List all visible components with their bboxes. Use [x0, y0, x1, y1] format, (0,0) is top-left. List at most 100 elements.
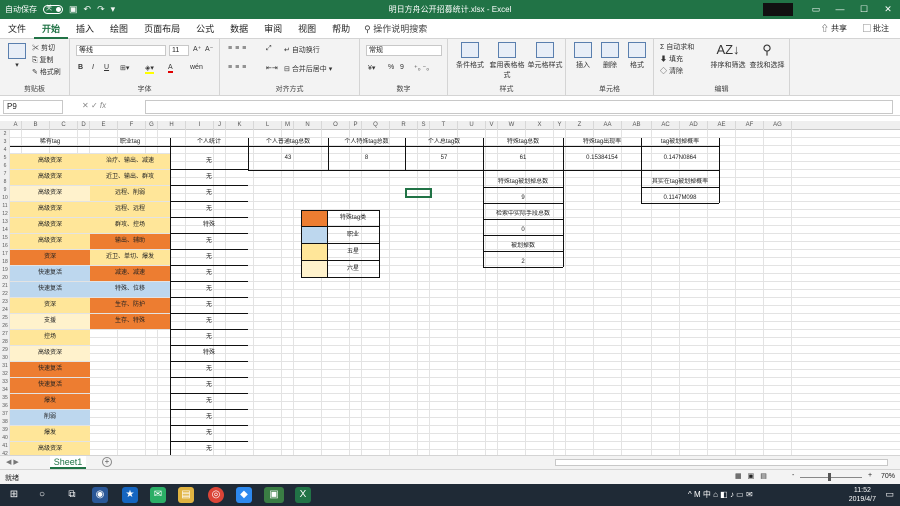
personal-stat-cell[interactable]: 无: [170, 282, 248, 297]
close-button[interactable]: ✕: [876, 0, 900, 19]
share-button[interactable]: ⇧ 共享: [816, 21, 852, 36]
stat-strike-rate[interactable]: 0.147N0864: [641, 154, 719, 163]
tab-formulas[interactable]: 公式: [188, 19, 222, 39]
legend-label[interactable]: 五星: [327, 244, 379, 260]
personal-stat-cell[interactable]: 无: [170, 378, 248, 393]
font-color-button[interactable]: A: [168, 64, 173, 73]
worksheet-grid[interactable]: A B C D E F G H I J K L M N O P Q R S T U V W X Y Z AA AB AC AD AE AF AG…: [0, 121, 900, 455]
column-header[interactable]: P: [350, 121, 362, 130]
role-tag-cell[interactable]: [90, 362, 170, 377]
shrink-font-button[interactable]: A⁻: [205, 45, 213, 53]
personal-stat-cell[interactable]: 无: [170, 154, 248, 169]
vertical-align-icons[interactable]: ≡≡≡: [228, 45, 249, 52]
rarity-tag-cell[interactable]: 快速复活: [10, 282, 90, 297]
indent-icon[interactable]: ⇤⇥: [266, 64, 278, 72]
column-header[interactable]: G: [146, 121, 158, 130]
horizontal-scrollbar[interactable]: [555, 459, 888, 466]
currency-icon[interactable]: ¥▾: [368, 64, 375, 72]
column-header[interactable]: AD: [680, 121, 708, 130]
user-avatar[interactable]: [763, 3, 793, 16]
column-header[interactable]: S: [418, 121, 430, 130]
zoom-in-button[interactable]: +: [868, 472, 872, 479]
column-header[interactable]: Y: [554, 121, 566, 130]
header-total-tags[interactable]: 个人总tag数: [405, 138, 483, 146]
column-header[interactable]: M: [282, 121, 294, 130]
stat-value[interactable]: 0.1147M098: [641, 194, 719, 203]
legend-swatch[interactable]: [301, 244, 327, 260]
windows-start-icon[interactable]: ⊞: [6, 487, 22, 503]
cell-styles-button[interactable]: 单元格样式: [526, 42, 564, 70]
legend-label[interactable]: 职业: [327, 227, 379, 243]
rarity-tag-cell[interactable]: 资深: [10, 298, 90, 313]
rarity-tag-cell[interactable]: 快速复活: [10, 362, 90, 377]
stat-special-rate[interactable]: 0.15384154: [563, 154, 641, 163]
sheet-tab-sheet1[interactable]: Sheet1: [50, 456, 86, 469]
column-header[interactable]: B: [22, 121, 50, 130]
excel-taskbar-icon[interactable]: X: [295, 487, 311, 503]
bold-button[interactable]: B: [78, 64, 83, 71]
formula-input[interactable]: [145, 100, 893, 114]
enter-icon[interactable]: ✓: [91, 101, 98, 110]
role-tag-cell[interactable]: [90, 378, 170, 393]
role-tag-cell[interactable]: 治疗、输出、减速: [90, 154, 170, 169]
redo-icon[interactable]: ↷: [97, 4, 105, 15]
name-box[interactable]: P9: [3, 100, 63, 114]
header-rarity-tag[interactable]: 稀有tag: [10, 138, 90, 146]
merge-center-button[interactable]: ⊟ 合并后居中 ▾: [284, 64, 332, 74]
sheet-nav-arrows[interactable]: ◀ ▶: [6, 458, 19, 466]
role-tag-cell[interactable]: [90, 410, 170, 425]
tell-me-search[interactable]: ⚲ 操作说明搜索: [364, 22, 427, 35]
role-tag-cell[interactable]: 生存、特殊: [90, 314, 170, 329]
zoom-slider[interactable]: [800, 477, 862, 478]
personal-stat-cell[interactable]: 无: [170, 394, 248, 409]
percent-button[interactable]: %: [388, 64, 394, 71]
tab-help[interactable]: 帮助: [324, 19, 358, 39]
system-tray[interactable]: ^ M 中 ⌂ ◧ ♪ ▭ ✉: [688, 489, 753, 500]
column-header[interactable]: D: [78, 121, 90, 130]
conditional-format-button[interactable]: 条件格式: [452, 42, 488, 70]
header-special-rate[interactable]: 特殊tag出现率: [563, 138, 641, 146]
tab-view[interactable]: 视图: [290, 19, 324, 39]
personal-stat-cell[interactable]: 无: [170, 314, 248, 329]
personal-stat-cell[interactable]: 无: [170, 426, 248, 441]
taskbar-clock[interactable]: 11:52 2019/4/7: [849, 486, 876, 504]
personal-stat-cell[interactable]: 无: [170, 170, 248, 185]
stat-value[interactable]: 2: [483, 258, 563, 267]
column-header[interactable]: R: [390, 121, 418, 130]
number-format-select[interactable]: 常规: [366, 45, 442, 56]
wrap-text-button[interactable]: ↵ 自动换行: [284, 45, 320, 55]
role-tag-cell[interactable]: [90, 442, 170, 455]
role-tag-cell[interactable]: [90, 330, 170, 345]
borders-icon[interactable]: ⊞▾: [120, 64, 129, 72]
insert-cells-button[interactable]: 插入: [570, 42, 596, 70]
stat-total[interactable]: 57: [405, 154, 483, 163]
legend-swatch[interactable]: [301, 210, 327, 226]
column-header[interactable]: H: [158, 121, 186, 130]
legend-label[interactable]: 特殊tag类: [327, 210, 379, 226]
role-tag-cell[interactable]: [90, 426, 170, 441]
phonetic-button[interactable]: wén: [190, 64, 203, 71]
cancel-icon[interactable]: ✕: [82, 101, 89, 110]
add-sheet-button[interactable]: +: [102, 457, 112, 467]
autosave-toggle[interactable]: 关: [43, 5, 63, 14]
delete-cells-button[interactable]: 删除: [597, 42, 623, 70]
stat-label[interactable]: 特殊tag被划掉总数: [483, 178, 563, 187]
column-header[interactable]: AG: [764, 121, 792, 130]
stat-label[interactable]: 检索中实际手段总数: [483, 210, 563, 219]
explorer-icon[interactable]: ▤: [178, 487, 194, 503]
role-tag-cell[interactable]: 远程、削弱: [90, 186, 170, 201]
personal-stat-cell[interactable]: 无: [170, 362, 248, 377]
search-icon[interactable]: ○: [34, 487, 50, 503]
app-icon-1[interactable]: ◉: [92, 487, 108, 503]
role-tag-cell[interactable]: 减速、减速: [90, 266, 170, 281]
personal-stat-cell[interactable]: 无: [170, 202, 248, 217]
stat-value[interactable]: 0: [483, 226, 563, 235]
role-tag-cell[interactable]: [90, 394, 170, 409]
selected-cell[interactable]: [405, 188, 432, 198]
grow-font-button[interactable]: A⁺: [193, 45, 201, 53]
column-header[interactable]: AF: [736, 121, 764, 130]
zoom-out-button[interactable]: -: [792, 472, 794, 479]
app-icon-2[interactable]: ★: [122, 487, 138, 503]
personal-stat-cell[interactable]: 无: [170, 442, 248, 455]
italic-button[interactable]: I: [92, 64, 94, 71]
